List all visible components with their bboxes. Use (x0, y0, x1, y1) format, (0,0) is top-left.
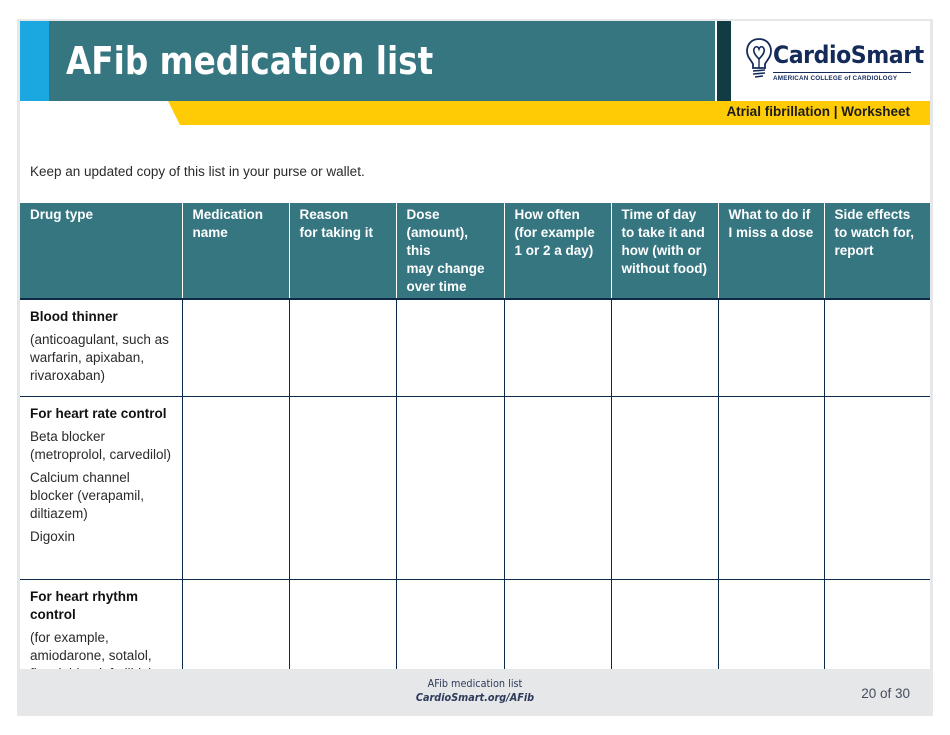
column-header-side-effects: Side effects to watch for, report (823, 203, 930, 300)
logo-organization: AMERICAN COLLEGE of CARDIOLOGY (773, 75, 898, 82)
header-line: Time of day (621, 207, 697, 222)
header-line: 1 or 2 a day) (514, 243, 594, 258)
header-line: report (834, 243, 874, 258)
medication-name-cell[interactable] (181, 396, 289, 580)
missed-dose-cell[interactable] (717, 396, 824, 580)
how-often-cell[interactable] (503, 579, 611, 669)
document-page: AFib medication list CardioSmart AMERICA… (17, 19, 933, 716)
page-content: AFib medication list CardioSmart AMERICA… (20, 21, 930, 669)
reason-cell[interactable] (288, 299, 396, 397)
header-line: Medication (192, 207, 264, 222)
medication-table: Drug type Medication name Reason for takin… (20, 203, 930, 669)
column-header-time-of-day: Time of day to take it and how (with or wit… (610, 203, 718, 300)
header-line: for taking it (299, 225, 374, 240)
header-line: (amount), this (406, 225, 469, 258)
side-effects-cell[interactable] (823, 396, 930, 580)
column-header-missed-dose: What to do if I miss a dose (717, 203, 824, 300)
dose-cell[interactable] (395, 579, 504, 669)
header-line: Reason (299, 207, 349, 222)
page-number: 20 of 30 (861, 686, 910, 701)
intro-text: Keep an updated copy of this list in you… (30, 164, 365, 179)
drug-type-cell: For heart rate control Beta blocker (met… (20, 396, 182, 580)
time-of-day-cell[interactable] (610, 299, 718, 397)
category-title: For heart rhythm control (30, 589, 139, 622)
header-line: to take it and (621, 225, 705, 240)
dose-cell[interactable] (395, 299, 504, 397)
lightbulb-heart-icon (746, 38, 772, 78)
time-of-day-cell[interactable] (610, 396, 718, 580)
category-title: Blood thinner (30, 309, 118, 324)
reason-cell[interactable] (288, 396, 396, 580)
table-row-blood-thinner: Blood thinner (anticoagulant, such as wa… (20, 299, 930, 397)
header-line: name (192, 225, 228, 240)
medication-name-cell[interactable] (181, 579, 289, 669)
column-header-drug-type: Drug type (20, 203, 182, 300)
worksheet-subtitle: Atrial fibrillation | Worksheet (726, 104, 910, 119)
medication-name-cell[interactable] (181, 299, 289, 397)
cardiosmart-logo[interactable]: CardioSmart AMERICAN COLLEGE of CARDIOLO… (743, 33, 924, 93)
reason-cell[interactable] (288, 579, 396, 669)
column-header-medication-name: Medication name (181, 203, 289, 300)
category-detail: (anticoagulant, such as warfarin, apixab… (30, 332, 169, 383)
table-header-row: Drug type Medication name Reason for takin… (20, 203, 930, 300)
column-header-dose: Dose (amount), this may change over time (395, 203, 504, 300)
header-line: What to do if (728, 207, 811, 222)
category-detail: (for example, amiodarone, sotalol, fleca… (30, 630, 153, 669)
header-line: over time (406, 279, 467, 294)
header-line: Dose (406, 207, 440, 222)
header-accent-bar (20, 21, 49, 101)
category-title: For heart rate control (30, 406, 167, 421)
missed-dose-cell[interactable] (717, 579, 824, 669)
header-line: Drug type (30, 207, 94, 222)
header-line: How often (514, 207, 580, 222)
drug-type-cell: Blood thinner (anticoagulant, such as wa… (20, 299, 182, 397)
how-often-cell[interactable] (503, 396, 611, 580)
header-dark-bar (717, 21, 731, 101)
drug-type-cell: For heart rhythm control (for example, a… (20, 580, 182, 669)
missed-dose-cell[interactable] (717, 299, 824, 397)
how-often-cell[interactable] (503, 299, 611, 397)
header-line: (for example (514, 225, 595, 240)
column-header-reason: Reason for taking it (288, 203, 396, 300)
dose-cell[interactable] (395, 396, 504, 580)
page-title: AFib medication list (66, 39, 434, 83)
header-line: without food) (621, 261, 707, 276)
footer-url-link[interactable]: CardioSmart.org/AFib (72, 691, 878, 705)
footer-doc-title: AFib medication list (427, 677, 523, 690)
side-effects-cell[interactable] (823, 299, 930, 397)
category-detail: Digoxin (30, 529, 76, 544)
time-of-day-cell[interactable] (610, 579, 718, 669)
header-line: Side effects (834, 207, 911, 222)
table-row-heart-rhythm-control: For heart rhythm control (for example, a… (20, 579, 930, 669)
footer: AFib medication list CardioSmart.org/AFi… (17, 677, 933, 705)
header-line: I miss a dose (728, 225, 814, 240)
category-detail: Beta blocker (metroprolol, carvedilol) (30, 429, 172, 462)
logo-wordmark: CardioSmart (773, 41, 924, 69)
header-line: to watch for, (834, 225, 915, 240)
column-header-how-often: How often (for example 1 or 2 a day) (503, 203, 611, 300)
header-line: how (with or (621, 243, 701, 258)
table-row-heart-rate-control: For heart rate control Beta blocker (met… (20, 396, 930, 580)
logo-divider (773, 72, 911, 73)
side-effects-cell[interactable] (823, 579, 930, 669)
header-line: may change (406, 261, 485, 276)
category-detail: Calcium channel blocker (verapamil, dilt… (30, 470, 145, 521)
